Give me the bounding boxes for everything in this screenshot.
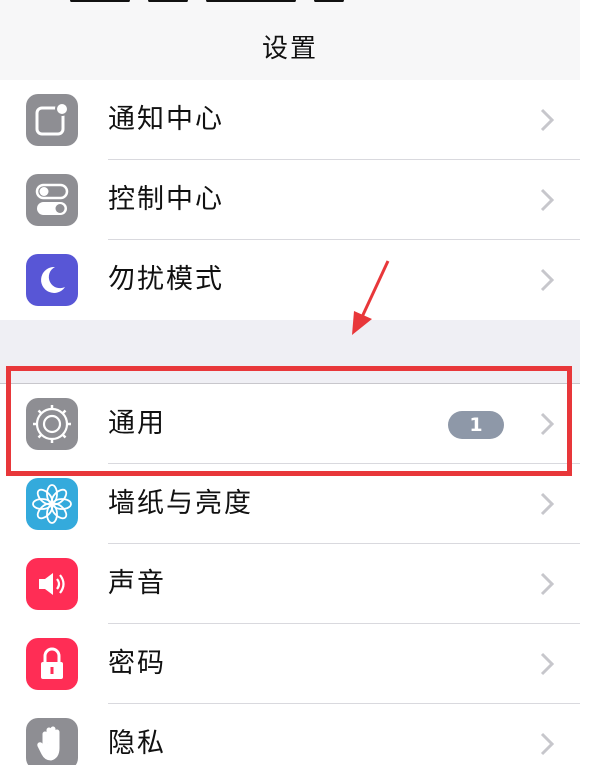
chevron-right-icon	[540, 268, 554, 292]
row-label: 控制中心	[108, 184, 224, 215]
chevron-right-icon	[540, 492, 554, 516]
flower-icon	[26, 478, 78, 530]
row-control-center[interactable]: 控制中心	[0, 160, 580, 240]
row-privacy[interactable]: 隐私	[0, 704, 580, 765]
chevron-right-icon	[540, 652, 554, 676]
row-label: 密码	[108, 648, 166, 679]
chevron-right-icon	[540, 108, 554, 132]
lock-icon	[26, 638, 78, 690]
row-wallpaper-brightness[interactable]: 墙纸与亮度	[0, 464, 580, 544]
hand-icon	[26, 718, 78, 765]
moon-icon	[26, 254, 78, 306]
navigation-bar: 设置	[0, 0, 580, 89]
row-label: 声音	[108, 568, 166, 599]
row-label: 勿扰模式	[108, 264, 224, 295]
annotation-highlight-box	[6, 366, 572, 476]
annotation-arrow	[352, 260, 390, 335]
chevron-right-icon	[540, 732, 554, 756]
chevron-right-icon	[540, 188, 554, 212]
settings-screen: 设置 通知中心 控制中心 勿扰模式 通用 1 墙纸与亮度 声音 密码 隐私	[0, 0, 580, 765]
row-label: 隐私	[108, 728, 166, 759]
row-passcode[interactable]: 密码	[0, 624, 580, 704]
page-title: 设置	[261, 34, 318, 64]
notification-center-icon	[26, 94, 78, 146]
control-center-icon	[26, 174, 78, 226]
speaker-icon	[26, 558, 78, 610]
row-label: 通知中心	[108, 104, 224, 135]
row-notification-center[interactable]: 通知中心	[0, 80, 580, 160]
row-sounds[interactable]: 声音	[0, 544, 580, 624]
chevron-right-icon	[540, 572, 554, 596]
row-label: 墙纸与亮度	[108, 488, 253, 519]
status-bar	[70, 0, 390, 2]
row-do-not-disturb[interactable]: 勿扰模式	[0, 240, 580, 320]
settings-group-1: 通知中心 控制中心 勿扰模式	[0, 80, 580, 320]
